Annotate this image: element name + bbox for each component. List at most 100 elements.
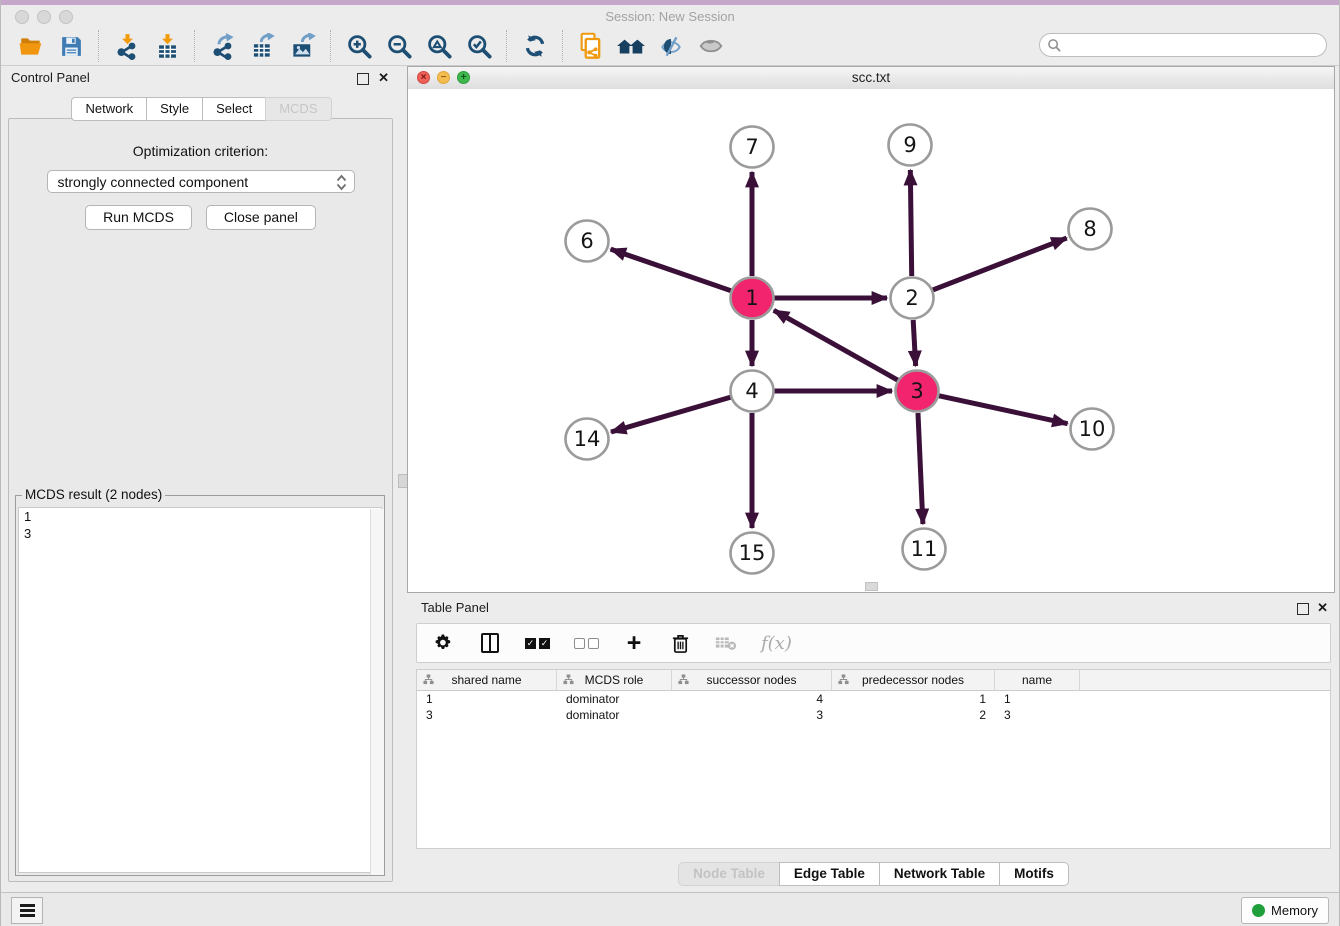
home-layout-button[interactable] xyxy=(611,29,651,63)
tab-edge-table[interactable]: Edge Table xyxy=(779,862,880,886)
node-10[interactable]: 10 xyxy=(1071,409,1114,450)
node-8[interactable]: 8 xyxy=(1069,209,1112,250)
network-window-titlebar[interactable]: × − + scc.txt xyxy=(408,67,1334,90)
run-mcds-button[interactable]: Run MCDS xyxy=(85,205,192,230)
select-stepper-icon xyxy=(336,174,347,198)
export-image-button[interactable] xyxy=(283,29,323,63)
close-panel-icon[interactable]: ✕ xyxy=(378,70,389,86)
result-item: 3 xyxy=(19,525,381,542)
column-header-predecessor-nodes[interactable]: predecessor nodes xyxy=(832,670,995,690)
table-settings-button[interactable] xyxy=(433,630,455,656)
hide-details-button[interactable] xyxy=(651,29,691,63)
tab-network-table[interactable]: Network Table xyxy=(879,862,1000,886)
zoom-in-button[interactable] xyxy=(339,29,379,63)
zoom-out-button[interactable] xyxy=(379,29,419,63)
edge-2-3[interactable] xyxy=(913,320,915,366)
search-input[interactable] xyxy=(1066,35,1320,57)
table-cell[interactable]: 3 xyxy=(995,707,1080,723)
node-6[interactable]: 6 xyxy=(566,221,609,262)
close-table-panel-icon[interactable]: ✕ xyxy=(1317,600,1328,616)
delete-button[interactable] xyxy=(669,630,691,656)
show-panels-button[interactable] xyxy=(11,897,43,924)
column-header-MCDS-role[interactable]: MCDS role xyxy=(557,670,672,690)
tab-node-table[interactable]: Node Table xyxy=(678,862,780,886)
table-cell[interactable]: 1 xyxy=(832,691,995,707)
float-table-panel-icon[interactable] xyxy=(1297,603,1309,615)
tab-motifs[interactable]: Motifs xyxy=(999,862,1069,886)
network-view-title: scc.txt xyxy=(408,70,1334,85)
edge-3-11[interactable] xyxy=(918,413,923,524)
add-column-button[interactable]: + xyxy=(623,630,645,656)
edge-3-1[interactable] xyxy=(774,310,898,380)
toolbar-separator xyxy=(194,30,196,62)
float-panel-icon[interactable] xyxy=(357,73,369,85)
delete-table-button[interactable] xyxy=(715,630,737,656)
edge-2-9[interactable] xyxy=(910,170,911,276)
import-network-icon xyxy=(114,33,141,60)
function-builder-button[interactable]: f(x) xyxy=(761,630,792,656)
zoom-fit-button[interactable] xyxy=(419,29,459,63)
network-from-file-button[interactable] xyxy=(571,29,611,63)
import-network-button[interactable] xyxy=(107,29,147,63)
search-box[interactable] xyxy=(1039,33,1327,57)
tab-select[interactable]: Select xyxy=(202,97,266,121)
criterion-select[interactable]: strongly connected component xyxy=(47,170,355,193)
node-9[interactable]: 9 xyxy=(889,125,932,166)
column-header-successor-nodes[interactable]: successor nodes xyxy=(672,670,832,690)
show-columns-button[interactable] xyxy=(479,630,501,656)
column-header-shared-name[interactable]: shared name xyxy=(417,670,557,690)
table-cell[interactable]: 1 xyxy=(995,691,1080,707)
column-header-name[interactable]: name xyxy=(995,670,1080,690)
home-icon xyxy=(616,33,646,59)
tab-style[interactable]: Style xyxy=(146,97,203,121)
table-cell[interactable]: 4 xyxy=(672,691,832,707)
node-7[interactable]: 7 xyxy=(731,127,774,168)
export-network-button[interactable] xyxy=(203,29,243,63)
table-body: 1dominator4113dominator323 xyxy=(417,691,1330,723)
refresh-button[interactable] xyxy=(515,29,555,63)
table-cell[interactable]: dominator xyxy=(557,691,672,707)
result-scrollbar[interactable] xyxy=(370,509,384,875)
table-row[interactable]: 3dominator323 xyxy=(417,707,1330,723)
zoom-selected-button[interactable] xyxy=(459,29,499,63)
eye-icon xyxy=(697,33,725,59)
close-panel-button[interactable]: Close panel xyxy=(206,205,316,230)
node-3[interactable]: 3 xyxy=(896,371,939,412)
network-file-icon xyxy=(577,32,605,60)
tab-mcds[interactable]: MCDS xyxy=(265,97,331,121)
node-1[interactable]: 1 xyxy=(731,278,774,319)
mcds-result-list[interactable]: 13 xyxy=(18,507,382,873)
open-folder-icon xyxy=(18,33,44,59)
node-label: 4 xyxy=(745,379,758,403)
table-cell[interactable]: 2 xyxy=(832,707,995,723)
deselect-all-button[interactable] xyxy=(574,630,599,656)
node-2[interactable]: 2 xyxy=(891,278,934,319)
export-table-button[interactable] xyxy=(243,29,283,63)
node-15[interactable]: 15 xyxy=(731,533,774,574)
edge-1-6[interactable] xyxy=(611,249,732,291)
node-4[interactable]: 4 xyxy=(731,371,774,412)
network-canvas[interactable]: 7 9 6 8 1 2 4 3 14 10 15 11 xyxy=(408,89,1334,592)
open-session-button[interactable] xyxy=(11,29,51,63)
table-cell[interactable]: 1 xyxy=(417,691,557,707)
edge-4-14[interactable] xyxy=(611,397,731,432)
columns-icon xyxy=(481,633,499,653)
table-cell[interactable]: 3 xyxy=(417,707,557,723)
view-splitter-grip[interactable] xyxy=(865,582,878,591)
table-row[interactable]: 1dominator411 xyxy=(417,691,1330,707)
memory-button[interactable]: Memory xyxy=(1241,897,1329,924)
node-14[interactable]: 14 xyxy=(566,419,609,460)
import-table-button[interactable] xyxy=(147,29,187,63)
tab-network[interactable]: Network xyxy=(71,97,147,121)
edge-3-10[interactable] xyxy=(938,396,1067,424)
node-11[interactable]: 11 xyxy=(903,529,946,570)
network-graph[interactable]: 7 9 6 8 1 2 4 3 14 10 15 11 xyxy=(408,89,1334,593)
table-cell[interactable]: 3 xyxy=(672,707,832,723)
zoom-selected-icon xyxy=(466,33,493,60)
select-all-button[interactable]: ✓✓ xyxy=(525,630,550,656)
toolbar-separator xyxy=(562,30,564,62)
table-cell[interactable]: dominator xyxy=(557,707,672,723)
save-session-button[interactable] xyxy=(51,29,91,63)
edge-2-8[interactable] xyxy=(933,238,1067,290)
show-details-button[interactable] xyxy=(691,29,731,63)
